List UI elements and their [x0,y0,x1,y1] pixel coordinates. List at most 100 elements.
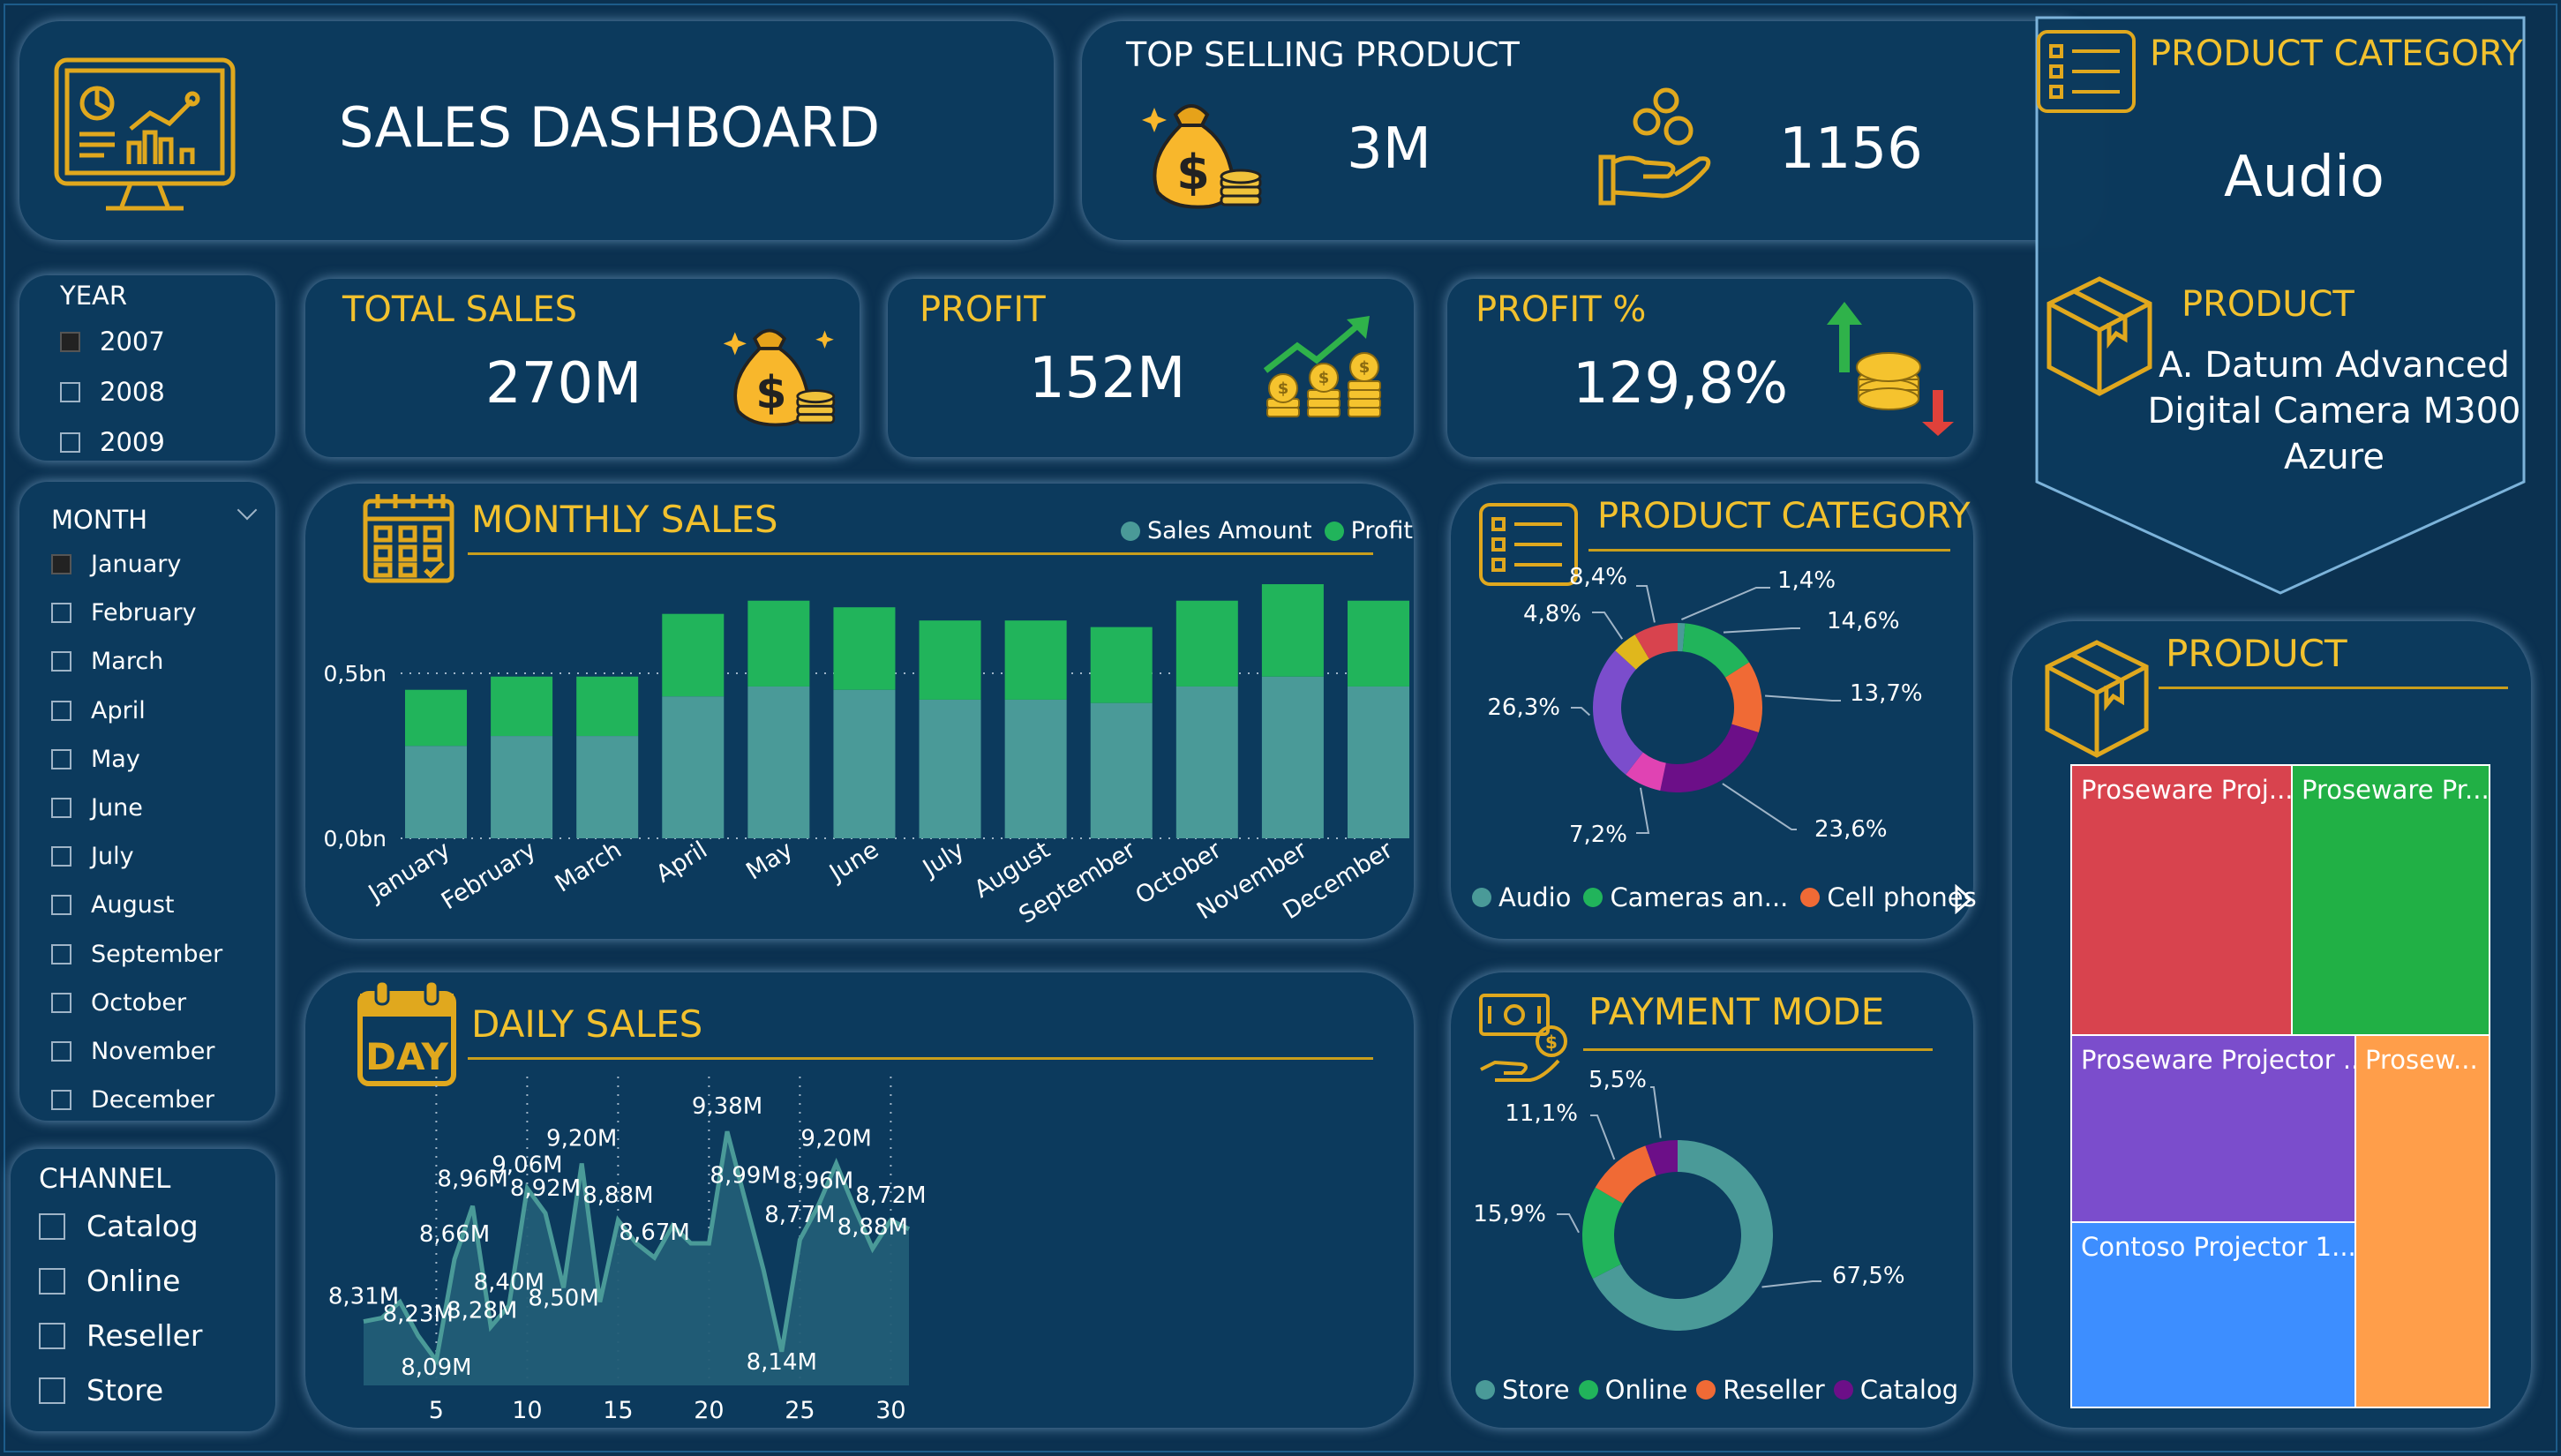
slice-label: 4,8% [1523,601,1581,627]
year-label: 2009 [100,427,165,457]
slice-label: 23,6% [1814,816,1888,843]
data-label: 8,09M [401,1355,471,1381]
bar-sales-may [747,686,810,838]
x-tick-label: 25 [785,1397,815,1424]
checkbox[interactable] [39,1267,65,1295]
treemap-tile[interactable]: Proseware Proj... [2070,764,2293,1036]
checkbox[interactable] [51,895,71,916]
y-tick-label: 0,0bn [324,826,387,852]
month-item-january[interactable]: January [51,551,181,578]
month-item-september[interactable]: September [51,941,222,968]
month-item-december[interactable]: December [51,1086,214,1114]
side-product-title: PRODUCT [2182,284,2354,325]
bar-sales-september [1090,702,1153,838]
month-label: December [91,1086,215,1115]
bar-profit-november [1261,584,1324,677]
x-tick-label: 15 [603,1397,633,1424]
month-label: June [91,794,143,822]
bar-sales-july [919,699,981,838]
y-tick-label: 0,5bn [324,661,387,687]
top-selling-sales-value: 3M [1347,116,1431,182]
month-label: May [91,745,140,773]
bar-profit-december [1348,600,1409,687]
legend-reseller: Reseller [1723,1375,1825,1405]
data-label: 8,28M [447,1298,517,1325]
checkbox[interactable] [39,1377,65,1404]
channel-item-store[interactable]: Store [39,1373,163,1407]
checkbox[interactable] [51,1090,71,1111]
money-bag-icon: $ [723,328,836,427]
slice-label: 5,5% [1588,1067,1647,1093]
channel-item-catalog[interactable]: Catalog [39,1209,199,1243]
bar-sales-march [576,736,639,838]
product-box-icon [2045,640,2149,758]
slice-label: 26,3% [1487,694,1560,721]
slice-label: 14,6% [1827,608,1900,634]
year-item-2009[interactable]: 2009 [60,427,165,457]
treemap-tile[interactable]: Proseware Pr... [2291,764,2490,1036]
month-label: July [91,843,134,871]
checkbox[interactable] [51,1041,71,1062]
month-item-october[interactable]: October [51,989,186,1017]
channel-item-reseller[interactable]: Reseller [39,1318,202,1353]
treemap-tile[interactable]: Proseware Projector ... [2070,1034,2356,1223]
product-treemap-card: PRODUCT Proseware Proj... Proseware Pr..… [2012,621,2531,1428]
dashboard-title: SALES DASHBOARD [339,95,881,160]
data-label: 8,50M [528,1285,598,1311]
year-item-2008[interactable]: 2008 [60,377,165,407]
data-label: 8,99M [710,1163,780,1190]
checkbox[interactable] [51,846,71,867]
x-tick-label: 30 [875,1397,905,1424]
month-item-april[interactable]: April [51,697,146,724]
top-selling-card: TOP SELLING PRODUCT $ 3M 1156 [1082,21,2097,240]
month-item-may[interactable]: May [51,746,140,773]
month-item-february[interactable]: February [51,599,197,627]
channel-slicer-title: CHANNEL [39,1163,171,1195]
checkbox[interactable] [51,700,71,721]
payment-mode-donut: 67,5% 15,9% 11,1% 5,5% [1473,1067,1905,1331]
month-item-august[interactable]: August [51,891,175,919]
legend-next-icon[interactable] [1954,884,1973,914]
x-tick-label: June [823,837,883,889]
checkbox[interactable] [39,1322,65,1349]
checkbox[interactable] [39,1212,65,1240]
checkbox[interactable] [51,603,71,624]
year-slicer-title: YEAR [60,281,128,311]
month-item-november[interactable]: November [51,1038,214,1065]
checkbox[interactable] [51,651,71,672]
total-sales-card: TOTAL SALES 270M $ [305,279,860,457]
chevron-down-icon[interactable] [237,499,258,521]
slice-label: 13,7% [1850,680,1923,707]
legend-online: Online [1604,1375,1688,1405]
checkbox[interactable] [51,798,71,818]
treemap-tile[interactable]: Contoso Projector 1... [2070,1221,2356,1408]
month-label: September [91,940,223,968]
leader-line [1765,694,1841,702]
month-label: August [91,891,175,919]
month-label: January [91,551,182,578]
profit-percent-title: PROFIT % [1476,289,1647,330]
year-label: 2008 [100,377,165,407]
data-label: 8,72M [855,1182,926,1209]
coins-up-down-icon [1827,302,1954,436]
month-item-july[interactable]: July [51,843,134,870]
month-label: April [91,696,146,724]
leader-line [1590,1115,1616,1160]
checkbox[interactable] [60,381,80,402]
checkbox[interactable] [51,992,71,1013]
checkbox[interactable] [51,748,71,769]
checkbox[interactable] [60,432,80,453]
checkbox[interactable] [51,943,71,964]
bar-sales-october [1175,686,1238,838]
product-category-donut: 1,4% 14,6% 13,7% 23,6% 7,2% 26,3% 4,8% 8,4% [1487,564,1923,848]
month-item-june[interactable]: June [51,794,143,822]
treemap-tile[interactable]: Prosew... [2354,1034,2490,1408]
checkbox[interactable] [51,554,71,574]
checkbox[interactable] [60,331,80,352]
header-card: SALES DASHBOARD [19,21,1054,240]
legend-cameras: Cameras an... [1610,882,1789,912]
data-label: 8,96M [783,1168,853,1195]
channel-item-online[interactable]: Online [39,1264,180,1298]
month-item-march[interactable]: March [51,648,163,675]
year-item-2007[interactable]: 2007 [60,326,165,356]
